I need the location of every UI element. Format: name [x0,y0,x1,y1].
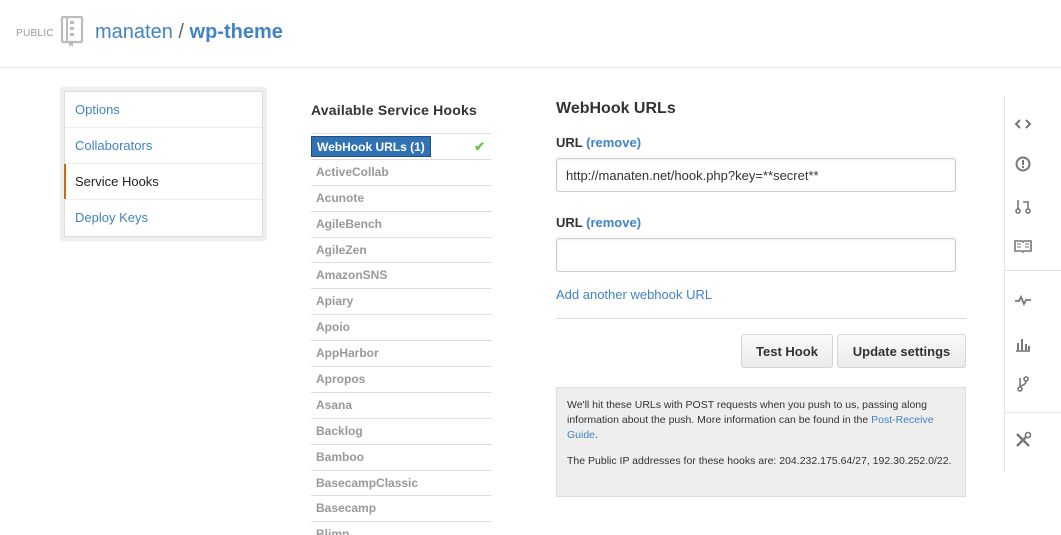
visibility-label: PUBLIC [16,28,54,39]
nav-divider [1005,412,1061,413]
service-hooks-list: WebHook URLs (1) ✔ ActiveCollab Acunote … [311,133,491,535]
graphs-icon[interactable] [1013,334,1033,354]
settings-icon[interactable] [1013,430,1033,450]
hook-item[interactable]: Apiary [311,289,491,316]
hook-item[interactable]: BasecampClassic [311,471,491,497]
hook-item[interactable]: AgileZen [311,238,491,264]
hook-item[interactable]: Blimp [311,522,491,535]
hook-item[interactable]: AppHarbor [311,341,491,368]
hook-item[interactable]: Acunote [311,186,491,212]
test-hook-button[interactable]: Test Hook [741,334,833,368]
info-paragraph-2: The Public IP addresses for these hooks … [567,455,952,467]
remove-url-link[interactable]: (remove) [586,135,641,150]
repo-nav [1004,96,1061,472]
info-box: We'll hit these URLs with POST requests … [556,387,966,497]
hook-item[interactable]: Asana [311,393,491,419]
wiki-icon[interactable] [1013,236,1033,256]
repo-name-link[interactable]: wp-theme [190,21,283,43]
nav-divider [1005,270,1061,271]
repo-owner-link[interactable]: manaten [95,21,173,43]
pulse-icon[interactable] [1013,290,1033,310]
info-paragraph-1: We'll hit these URLs with POST requests … [567,398,955,443]
hook-item[interactable]: AmazonSNS [311,263,491,290]
menu-item-options[interactable]: Options [65,92,262,128]
url-label: URL (remove) [556,135,966,151]
hook-item[interactable]: Basecamp [311,496,491,523]
webhook-url-input[interactable] [556,158,956,192]
hooks-list-title: Available Service Hooks [311,102,477,118]
hook-item-webhook-urls[interactable]: WebHook URLs (1) ✔ [311,134,491,160]
hook-item[interactable]: Bamboo [311,445,491,471]
url-label-text: URL [556,215,583,230]
check-icon: ✔ [474,139,485,154]
update-settings-button[interactable]: Update settings [837,334,966,368]
pull-requests-icon[interactable] [1013,196,1033,216]
action-buttons: Test Hook Update settings [556,334,966,368]
repo-title: manaten / wp-theme [95,21,283,44]
webhook-title: WebHook URLs [556,100,676,117]
menu-item-collaborators[interactable]: Collaborators [65,128,262,164]
repo-book-icon [60,16,84,47]
hook-item-label: WebHook URLs (1) [311,136,431,157]
url-field-group: URL (remove) [556,135,966,192]
url-label: URL (remove) [556,215,966,231]
settings-menu: Options Collaborators Service Hooks Depl… [60,87,267,241]
info-text-end: . [595,429,598,441]
hook-item[interactable]: Backlog [311,419,491,445]
network-icon[interactable] [1013,374,1033,394]
divider [556,318,966,319]
url-field-group: URL (remove) [556,215,966,272]
issues-icon[interactable] [1013,154,1033,174]
repo-title-separator: / [178,21,184,43]
url-label-text: URL [556,135,583,150]
hook-item[interactable]: Apropos [311,367,491,393]
hook-item[interactable]: ActiveCollab [311,160,491,186]
repo-header: PUBLIC manaten / wp-theme [0,0,1061,68]
menu-item-deploy-keys[interactable]: Deploy Keys [65,200,262,236]
hook-item[interactable]: Apoio [311,315,491,342]
hook-item[interactable]: AgileBench [311,212,491,238]
webhook-settings-panel: WebHook URLs URL (remove) URL (remove) A… [556,100,966,497]
remove-url-link[interactable]: (remove) [586,215,641,230]
add-webhook-url-link[interactable]: Add another webhook URL [556,287,966,302]
menu-item-service-hooks[interactable]: Service Hooks [64,164,262,200]
webhook-url-input[interactable] [556,238,956,272]
code-icon[interactable] [1013,114,1033,134]
